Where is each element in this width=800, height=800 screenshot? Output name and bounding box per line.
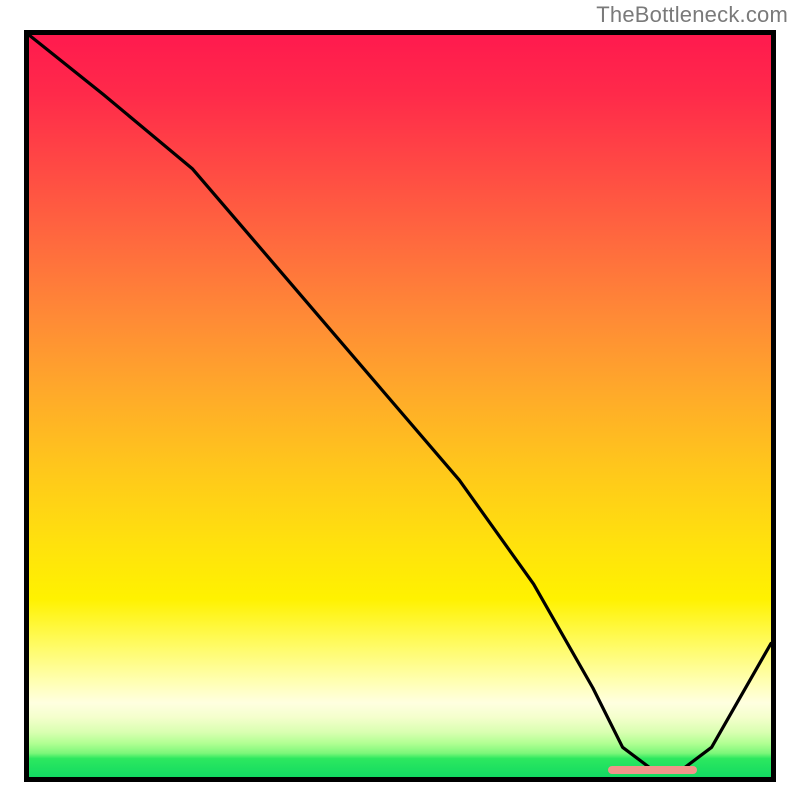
bottleneck-curve <box>29 35 771 777</box>
optimal-range-marker <box>608 766 697 774</box>
plot-frame <box>24 30 776 782</box>
attribution-label: TheBottleneck.com <box>596 2 788 28</box>
chart-container: TheBottleneck.com <box>0 0 800 800</box>
